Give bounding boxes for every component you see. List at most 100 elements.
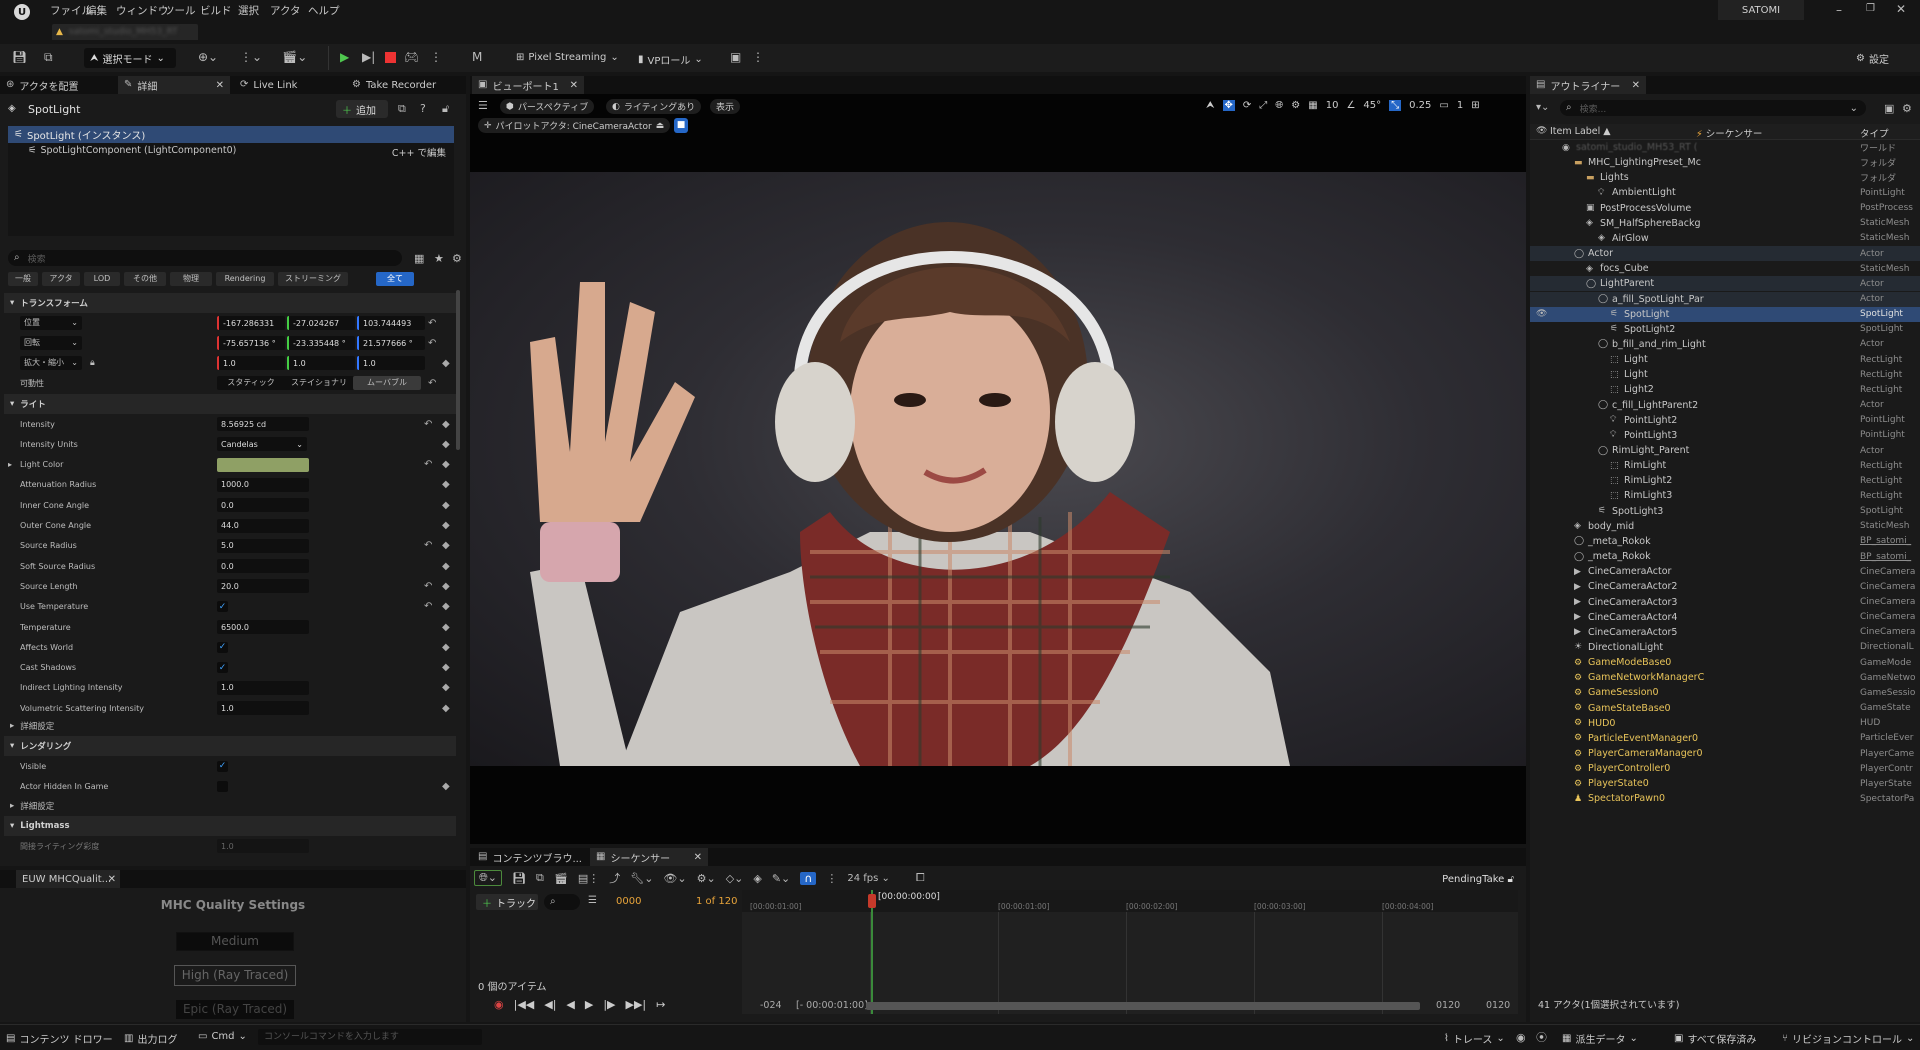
loop-icon[interactable]: ↦ [656,998,665,1011]
more-icon[interactable]: ⋮ [752,51,764,63]
surface-snap-icon[interactable]: ⚙ [1291,100,1300,111]
render-icon[interactable]: 🎬︎ [554,872,568,885]
menu-select[interactable]: 選択 [238,3,259,18]
light-prop-checkbox[interactable]: ✓ [217,601,228,613]
advanced-settings-1[interactable]: ▸ 詳細設定 [4,716,456,736]
filter-physics[interactable]: 物理 [170,272,212,286]
chevron-down-icon[interactable]: ⌄ [1850,103,1858,114]
light-prop-checkbox[interactable]: ✓ [217,641,228,653]
minimize-icon[interactable]: – [1836,4,1842,16]
settings-button[interactable]: ⚙ 設定 [1856,51,1889,66]
close-tab-icon[interactable]: ✕ [1632,80,1640,91]
scale-z[interactable]: 1.0 [357,356,425,370]
menu-build[interactable]: ビルド [200,3,232,18]
outliner-row[interactable]: ◯ c_fill_LightParent2 Actor [1530,398,1920,413]
outliner-row[interactable]: ◈ body_mid StaticMesh [1530,519,1920,534]
content-icon[interactable]: ⧉ [44,51,53,63]
rotation-z[interactable]: 21.577666 ° [357,336,425,350]
col-sequencer[interactable]: ⚡ シーケンサー [1696,126,1762,140]
blueprint-icon[interactable]: ⋮⌄ [240,51,262,63]
outliner-row[interactable]: ◯ a_fill_SpotLight_Par Actor [1530,291,1920,307]
help-icon[interactable]: ? [420,103,426,114]
component-row[interactable]: ⚟ SpotLightComponent (LightComponent0) [28,145,236,156]
reset-icon[interactable]: ↶ [424,581,432,592]
stop-icon[interactable] [385,52,396,63]
light-color-swatch[interactable] [217,457,309,472]
tab-live-link[interactable]: ⟳ Live Link [234,76,334,94]
outliner-row[interactable]: 💡︎ PointLight2 PointLight [1530,413,1920,428]
range-start[interactable]: -024 [760,1000,782,1011]
save-all-button[interactable]: ▣ すべて保存済み [1674,1031,1756,1046]
record-icon[interactable]: ◉ [494,998,504,1011]
keyframe-icon[interactable]: ◆ [442,703,450,714]
keyframe-icon[interactable]: ◆ [442,459,450,470]
eye-icon[interactable]: 👁︎ [1536,126,1547,136]
outliner-row[interactable]: ⬚ Light RectLight [1530,367,1920,382]
play-reverse-icon[interactable]: ◀ [566,998,574,1011]
col-item-label[interactable]: Item Label ▲ [1550,126,1611,137]
location-y[interactable]: -27.024267 [287,316,355,330]
hidden-in-game-checkbox[interactable] [217,780,228,792]
outliner-row[interactable]: ⚟ SpotLight3 SpotLight [1530,504,1920,519]
keyframe-icon[interactable]: ◆ [442,419,450,430]
outliner-row[interactable]: ⚙ GameStateBase0 GameState [1530,701,1920,716]
add-track-button[interactable]: ＋トラック [476,894,538,910]
maximize-icon[interactable]: ⊞ [1471,100,1479,111]
console-input[interactable]: コンソールコマンドを入力します [258,1029,482,1045]
outliner-row[interactable]: ⚙ PlayerCameraManager0 PlayerCame [1530,746,1920,761]
playhead-handle[interactable] [868,894,876,908]
filter-all[interactable]: 全て [376,272,414,286]
play-icon[interactable]: ▶ [340,51,349,63]
gear-icon[interactable]: ⚙ [452,253,462,264]
reset-icon[interactable]: ↶ [428,318,436,329]
outliner-row[interactable]: ⚟ SpotLight2 SpotLight [1530,322,1920,337]
snap-icon[interactable]: ⚙⌄ [697,872,716,885]
rotation-dropdown[interactable]: 回転 ⌄ [20,336,82,350]
outliner-row[interactable]: ⬚ RimLight3 RectLight [1530,488,1920,503]
playlist-icon[interactable]: ▤⋮ [578,872,599,885]
camera-speed-icon[interactable]: ▭ [1439,100,1448,111]
outliner-row[interactable]: ⬚ Light RectLight [1530,352,1920,367]
outliner-row[interactable]: ◈ focs_Cube StaticMesh [1530,261,1920,276]
tab-viewport[interactable]: ▣ ビューポート1 ✕ [472,76,584,94]
pixel-streaming-button[interactable]: ⊞ Pixel Streaming ⌄ [516,52,619,63]
lit-button[interactable]: ◐ ライティングあり [606,99,702,114]
filter-misc[interactable]: その他 [124,272,166,286]
search-input[interactable]: 検索 [28,252,46,265]
cpp-edit-link[interactable]: C++ で編集 [392,145,446,159]
gear-icon[interactable]: ⚙ [1902,103,1912,114]
reset-icon[interactable]: ↶ [428,378,436,389]
world-icon[interactable]: 🌐︎⌄ [474,870,503,886]
select-mode-dropdown[interactable]: ⮝ 選択モード ⌄ [84,48,176,68]
filter-streaming[interactable]: ストリーミング [278,272,348,286]
light-prop-value[interactable]: 6500.0 [217,620,309,634]
hamburger-icon[interactable]: ☰ [478,100,488,111]
filter-icon[interactable]: ☰ [588,896,597,906]
range-end[interactable]: 0120 [1436,1000,1460,1011]
tab-euw[interactable]: EUW MHCQualit... ✕ [16,870,120,888]
outliner-search[interactable]: ⌕ 検索... ⌄ [1560,100,1866,116]
track-search[interactable]: ⌕ [544,894,580,910]
tab-details[interactable]: ✎ 詳細 ✕ [118,76,230,94]
outliner-row[interactable]: ▣ PostProcessVolume PostProcess [1530,201,1920,216]
menu-window[interactable]: ウィンドウ [116,3,169,18]
outliner-row[interactable]: ▬ Lights フォルダ [1530,170,1920,185]
save-icon[interactable]: 💾︎ [512,872,526,885]
cinematics-icon[interactable]: 🎬︎⌄ [282,51,307,63]
outliner-row[interactable]: ◈ AirGlow StaticMesh [1530,231,1920,246]
magnet-icon[interactable]: ∩ [800,871,817,885]
keyframe-icon[interactable]: ◆ [442,642,450,653]
camera-lock-icon[interactable]: ■ [674,118,688,133]
go-end-icon[interactable]: ▶▶| [626,998,647,1011]
outliner-row[interactable]: ◯ Actor Actor [1530,246,1920,262]
mobility-movable[interactable]: ムーバブル [353,376,421,390]
reset-icon[interactable]: ↶ [424,601,432,612]
light-prop-checkbox[interactable]: ✓ [217,662,228,674]
details-scrollbar[interactable] [456,290,460,450]
camera-icon[interactable]: ⦿ [1536,1032,1547,1043]
outliner-row[interactable]: 👁︎ ⚟ SpotLight SpotLight [1530,306,1920,322]
menu-help[interactable]: ヘルプ [308,3,340,18]
brush-icon[interactable]: ✎⌄ [772,872,790,885]
outliner-row[interactable]: ⚙ GameModeBase0 GameMode [1530,655,1920,670]
close-tab-icon[interactable]: ✕ [216,80,224,91]
